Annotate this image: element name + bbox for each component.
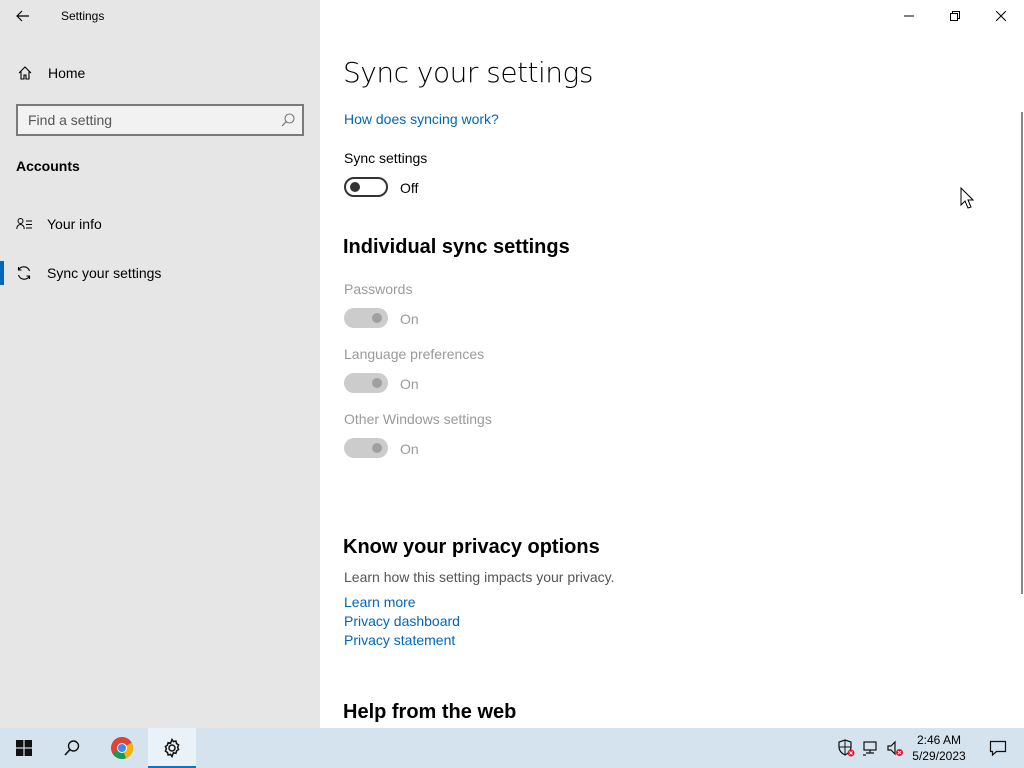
help-from-web-heading: Help from the web [343, 701, 517, 723]
language-preferences-label: Language preferences [344, 346, 485, 362]
clock-date: 5/29/2023 [912, 749, 966, 763]
sync-icon [17, 266, 31, 280]
toggle-knob [372, 443, 382, 453]
restore-button[interactable] [932, 0, 978, 32]
restore-icon [950, 11, 960, 21]
sync-settings-toggle[interactable] [344, 177, 388, 197]
app-title: Settings [61, 9, 105, 23]
close-icon [996, 11, 1006, 21]
person-list-icon [16, 218, 32, 230]
privacy-description: Learn how this setting impacts your priv… [344, 569, 615, 585]
clock-time: 2:46 AM [916, 733, 962, 747]
mouse-cursor-icon [960, 187, 974, 209]
toggle-knob [372, 313, 382, 323]
notification-icon [989, 740, 1007, 757]
volume-muted-icon [887, 740, 903, 756]
privacy-statement-link[interactable]: Privacy statement [344, 632, 455, 648]
sidebar-item-label: Sync your settings [47, 265, 162, 281]
nav-home-label: Home [48, 65, 86, 81]
minimize-button[interactable] [886, 0, 932, 32]
other-windows-settings-state: On [400, 441, 419, 457]
navigation-pane: Settings Home Accounts Your info Sync yo… [0, 0, 320, 728]
sidebar-item-label: Your info [47, 216, 102, 232]
network-tray-icon[interactable] [861, 738, 881, 758]
sidebar-item-sync-your-settings[interactable]: Sync your settings [0, 253, 320, 293]
gear-icon [164, 738, 180, 758]
toggle-knob [372, 378, 382, 388]
how-syncing-works-link[interactable]: How does syncing work? [344, 111, 499, 127]
toggle-knob [350, 182, 360, 192]
language-preferences-toggle[interactable] [344, 373, 388, 393]
chrome-taskbar-button[interactable] [98, 728, 146, 768]
start-button[interactable] [0, 728, 48, 768]
other-windows-settings-label: Other Windows settings [344, 411, 492, 427]
nav-home[interactable]: Home [0, 58, 320, 88]
content-pane: Sync your settings How does syncing work… [320, 0, 1024, 728]
chrome-icon [111, 737, 133, 759]
privacy-dashboard-link[interactable]: Privacy dashboard [344, 613, 460, 629]
settings-taskbar-button[interactable] [148, 728, 196, 768]
taskbar-search-button[interactable] [48, 728, 96, 768]
minimize-icon [904, 15, 914, 17]
sidebar-item-your-info[interactable]: Your info [0, 204, 320, 244]
learn-more-link[interactable]: Learn more [344, 594, 416, 610]
action-center-button[interactable] [978, 728, 1018, 768]
individual-sync-heading: Individual sync settings [343, 236, 570, 258]
sync-settings-state: Off [400, 180, 419, 196]
scrollbar[interactable] [1021, 112, 1023, 594]
privacy-options-heading: Know your privacy options [343, 536, 600, 558]
search-box[interactable] [16, 104, 304, 136]
volume-tray-icon[interactable] [885, 738, 905, 758]
search-input[interactable] [18, 106, 274, 134]
system-clock[interactable]: 2:46 AM 5/29/2023 [906, 732, 972, 764]
section-title-accounts: Accounts [16, 158, 80, 174]
search-icon [64, 740, 80, 756]
search-icon[interactable] [280, 112, 296, 128]
other-windows-settings-toggle[interactable] [344, 438, 388, 458]
page-title: Sync your settings [343, 56, 593, 89]
language-preferences-state: On [400, 376, 419, 392]
passwords-label: Passwords [344, 281, 413, 297]
close-button[interactable] [978, 0, 1024, 32]
back-arrow-icon [16, 10, 29, 22]
passwords-toggle[interactable] [344, 308, 388, 328]
network-icon [863, 741, 877, 756]
back-button[interactable] [8, 2, 38, 30]
title-bar: Settings [0, 0, 320, 32]
active-indicator [0, 261, 4, 285]
shield-warning-icon [838, 739, 855, 757]
windows-logo-icon [16, 740, 32, 756]
home-icon [18, 66, 32, 80]
taskbar: 2:46 AM 5/29/2023 [0, 728, 1024, 768]
sync-settings-label: Sync settings [344, 150, 428, 166]
security-alert-tray-icon[interactable] [836, 738, 856, 758]
passwords-state: On [400, 311, 419, 327]
